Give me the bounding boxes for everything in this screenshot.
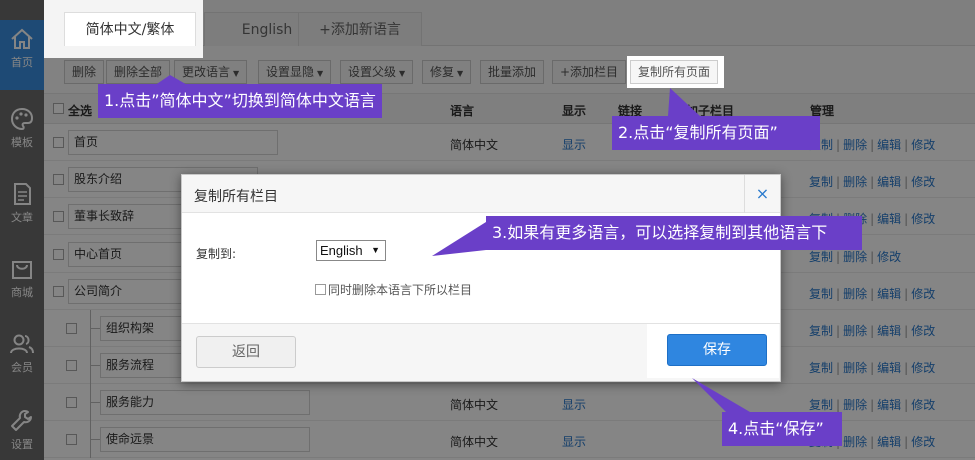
delete-existing-checkbox[interactable]: 同时删除本语言下所以栏目	[315, 281, 472, 298]
spotlight-language-select: English ▼	[288, 232, 431, 270]
dialog-header: 复制所有栏目 ×	[182, 175, 780, 213]
dialog-title: 复制所有栏目	[194, 189, 278, 205]
spotlight-copy-all: 复制所有页面	[627, 56, 724, 88]
close-icon[interactable]: ×	[744, 175, 780, 213]
tab-simplified-chinese-highlight[interactable]: 简体中文/繁体	[64, 12, 196, 46]
spotlight-language-tab: 简体中文/繁体	[44, 0, 203, 58]
copy-to-label: 复制到:	[196, 247, 237, 261]
back-button[interactable]: 返回	[196, 336, 296, 368]
callout-step2: 2.点击“复制所有页面”	[612, 116, 820, 150]
callout-step3: 3.如果有更多语言，可以选择复制到其他语言下	[486, 216, 862, 250]
copy-all-pages-button-highlight[interactable]: 复制所有页面	[630, 60, 719, 84]
callout-step4: 4.点击“保存”	[722, 412, 842, 446]
spotlight-save: 保存	[647, 324, 779, 378]
caret-down-icon: ▼	[371, 245, 380, 255]
save-button[interactable]: 保存	[667, 334, 767, 366]
checkbox-label: 同时删除本语言下所以栏目	[328, 283, 473, 297]
button-label: 复制所有页面	[638, 65, 711, 79]
callout-step1: 1.点击”简体中文”切换到简体中文语言	[98, 84, 382, 118]
target-language-select[interactable]: English ▼	[316, 240, 386, 261]
select-value: English	[320, 243, 363, 258]
checkbox-box[interactable]	[315, 284, 326, 295]
